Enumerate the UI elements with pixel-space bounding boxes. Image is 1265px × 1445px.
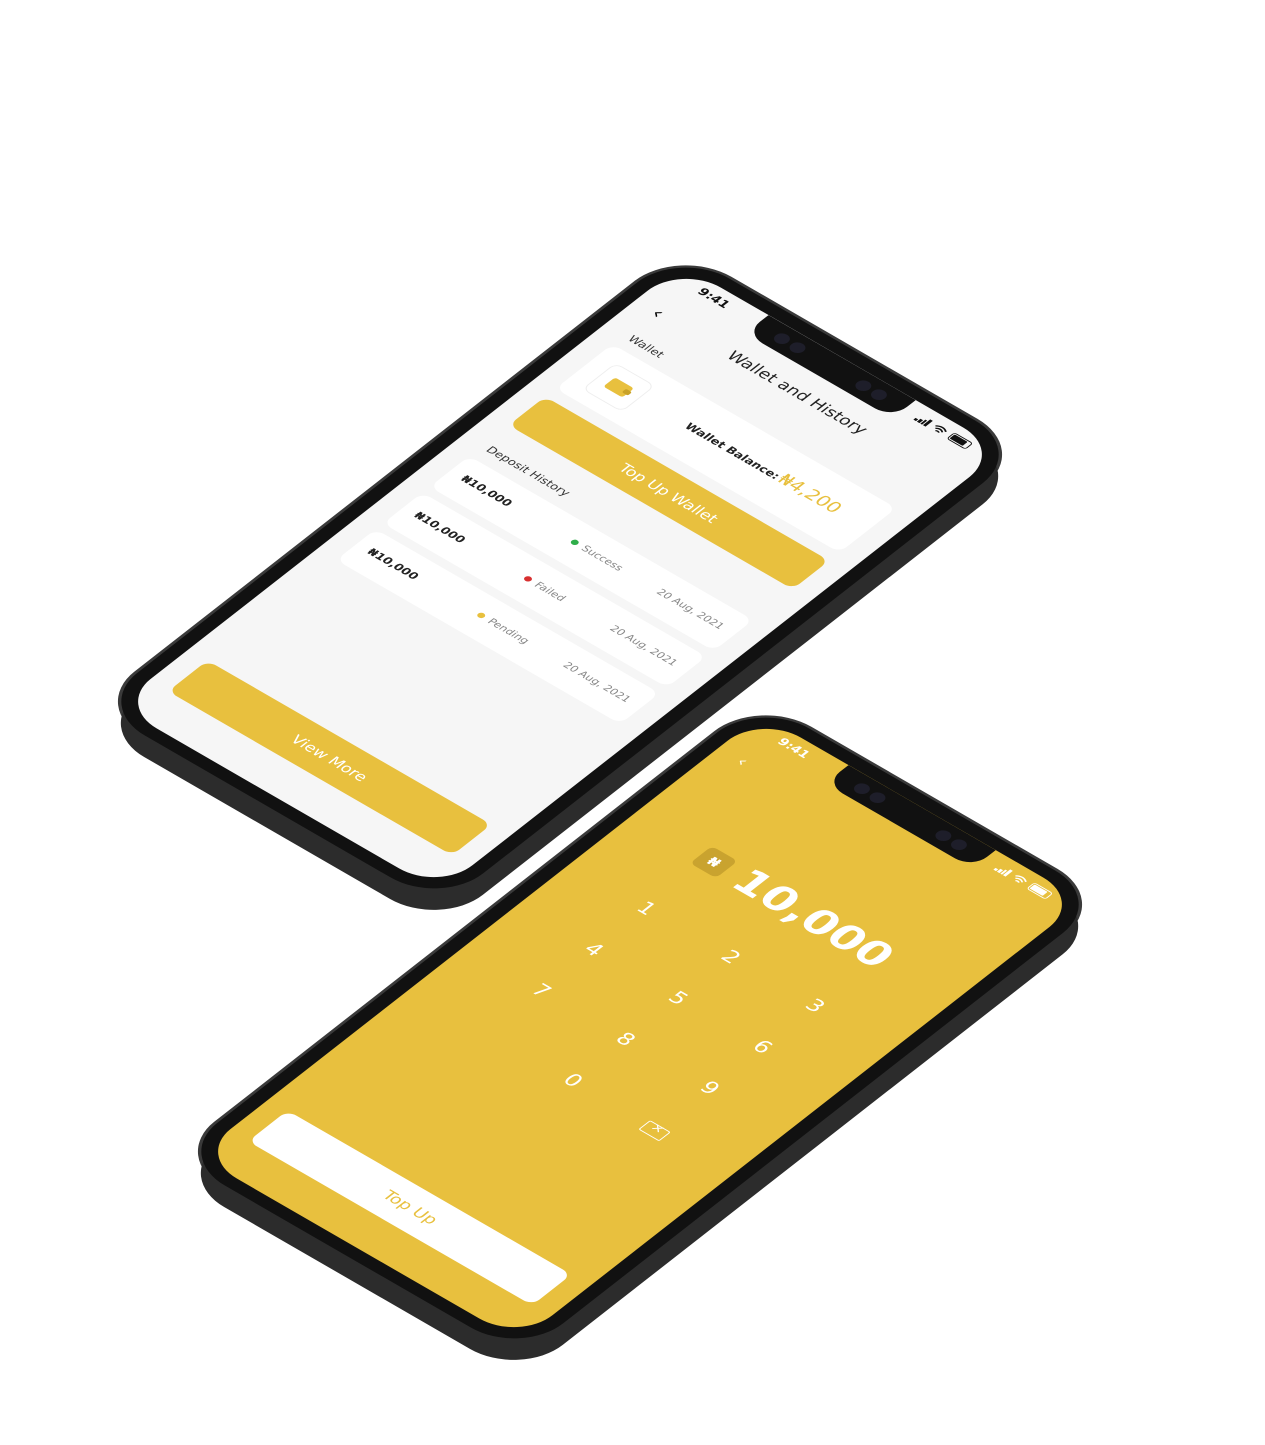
wifi-icon xyxy=(935,425,947,433)
backspace-key[interactable] xyxy=(602,1098,708,1164)
status-dot-icon xyxy=(475,611,487,620)
status-text: Failed xyxy=(531,579,569,604)
key-0[interactable]: 0 xyxy=(517,1049,623,1115)
key-1[interactable]: 1 xyxy=(591,877,697,943)
camera-icon xyxy=(786,340,809,356)
key-7[interactable]: 7 xyxy=(486,960,592,1026)
history-date: 20 Aug, 2021 xyxy=(653,586,728,632)
camera-icon xyxy=(947,837,971,853)
battery-icon xyxy=(1026,882,1054,900)
view-more-button[interactable]: View More xyxy=(168,660,492,856)
status-text: Success xyxy=(578,543,627,573)
status-time: 9:41 xyxy=(693,286,733,311)
signal-icon xyxy=(913,414,933,427)
status-dot-icon xyxy=(569,538,581,547)
status-text: Pending xyxy=(484,616,533,646)
key-8[interactable]: 8 xyxy=(570,1008,676,1074)
wallet-balance-value: ₦4,200 xyxy=(772,470,847,517)
top-up-button[interactable]: Top Up xyxy=(248,1110,572,1306)
history-date: 20 Aug, 2021 xyxy=(560,659,634,705)
key-9[interactable]: 9 xyxy=(654,1057,760,1123)
status-dot-icon xyxy=(522,575,534,583)
naira-icon: ₦ xyxy=(690,845,739,878)
back-arrow-icon[interactable]: ‹ xyxy=(731,754,753,770)
wallet-icon xyxy=(603,377,635,398)
key-empty xyxy=(433,1001,539,1067)
key-2[interactable]: 2 xyxy=(675,926,781,992)
notch xyxy=(825,765,996,869)
history-date: 20 Aug, 2021 xyxy=(606,623,681,668)
history-amount: ₦10,000 xyxy=(457,473,516,509)
key-3[interactable]: 3 xyxy=(760,975,866,1041)
wallet-icon-box xyxy=(581,362,656,413)
history-status: Success xyxy=(567,537,626,573)
battery-icon xyxy=(946,432,974,450)
history-status: Failed xyxy=(520,573,569,604)
key-4[interactable]: 4 xyxy=(538,918,644,984)
key-6[interactable]: 6 xyxy=(707,1016,813,1082)
history-amount: ₦10,000 xyxy=(364,546,422,582)
wifi-icon xyxy=(1015,875,1027,883)
status-icons xyxy=(993,863,1054,900)
status-icons xyxy=(913,413,974,450)
key-5[interactable]: 5 xyxy=(623,967,729,1033)
status-time: 9:41 xyxy=(773,736,813,761)
wallet-balance-label: Wallet Balance: xyxy=(681,420,784,482)
history-status: Pending xyxy=(473,610,532,646)
backspace-icon xyxy=(638,1120,672,1142)
camera-icon xyxy=(867,387,891,403)
signal-icon xyxy=(993,864,1013,877)
history-amount: ₦10,000 xyxy=(411,509,469,546)
camera-icon xyxy=(866,790,889,806)
